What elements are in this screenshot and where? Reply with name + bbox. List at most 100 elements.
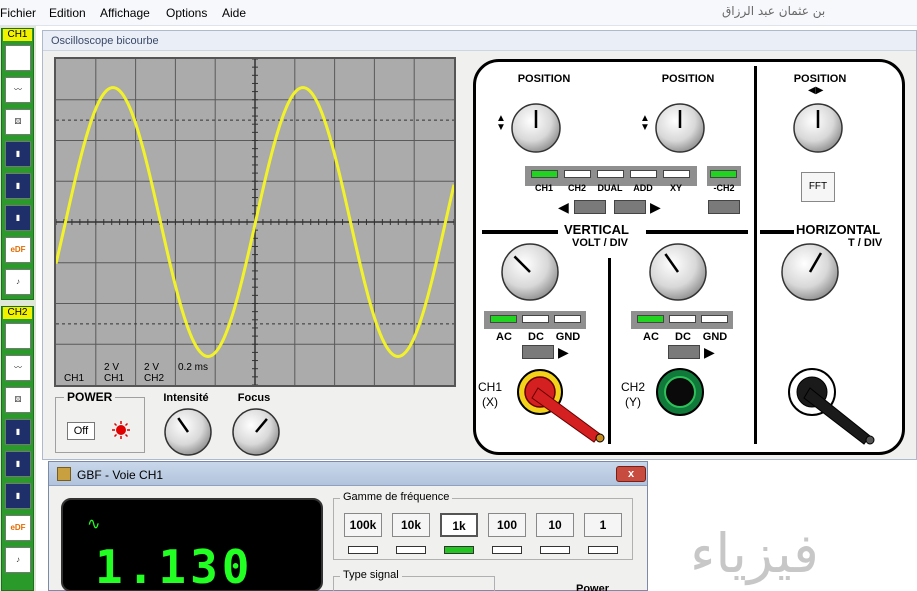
mode-led-ch2[interactable] [564,170,591,178]
freq-led-10 [540,546,570,554]
ch1-coupling-led-dc[interactable] [522,315,549,323]
ch2-position-label: POSITION [661,73,715,85]
menu-aide[interactable]: Aide [222,6,246,20]
menu-edition[interactable]: Edition [49,6,86,20]
mode-name-ch2: CH2 [567,183,586,193]
ground-probe-connector[interactable] [788,368,880,448]
cell-icon[interactable]: ▮ [5,173,31,199]
horizontal-position-knob[interactable] [792,102,844,154]
battery-icon[interactable]: ▮ [5,419,31,445]
focus-knob[interactable] [231,407,281,457]
mode-next-button[interactable] [614,200,646,214]
dice-icon[interactable]: ⚄ [5,109,31,135]
microphone-icon[interactable]: ♪ [5,547,31,573]
mode-led-dual[interactable] [597,170,624,178]
ch1-coupling-arrow-icon: ▶ [558,344,569,360]
ch2-coupling-led-ac[interactable] [637,315,664,323]
ch2-input-label: CH2 [621,380,646,394]
time-div-knob[interactable] [780,242,840,302]
menu-options[interactable]: Options [166,6,207,20]
freq-button-10k[interactable]: 10k [392,513,430,537]
ch2-volt-div-knob[interactable] [648,242,708,302]
oscilloscope-window: Oscilloscope bicourbe CH1 2 V CH1 2 V CH… [42,30,917,460]
mode-led-add[interactable] [630,170,657,178]
blank-generator-icon[interactable] [5,323,31,349]
battery-icon[interactable]: ▮ [5,141,31,167]
freq-button-10[interactable]: 10 [536,513,574,537]
battery-alt-icon[interactable]: ▮ [5,205,31,231]
gbf-app-icon [57,467,71,481]
ch2-coupling-button[interactable] [668,345,700,359]
menu-affichage[interactable]: Affichage [100,6,150,20]
ch2-coupling-ac: AC [643,331,659,343]
mode-led-ch1[interactable] [531,170,558,178]
edf-mains-icon[interactable]: eDF [5,237,31,263]
ch2-coupling-dc: DC [675,331,691,343]
ch1-volt-div-knob[interactable] [500,242,560,302]
mode-left-arrow-icon: ◀ [558,199,569,215]
ch1-probe-connector[interactable] [516,368,610,446]
signal-type-label: Type signal [340,569,402,581]
menu-bar: Fichier Edition Affichage Options Aide ب… [0,0,917,26]
ch1-position-knob[interactable] [510,102,562,154]
ch1-coupling-ac: AC [496,331,512,343]
gbf-display: ∿ 1.130 [61,498,323,591]
menu-fichier[interactable]: Fichier [0,6,36,20]
microphone-icon[interactable]: ♪ [5,269,31,295]
fft-button[interactable]: FFT [801,172,835,202]
mode-name-xy: XY [669,183,682,193]
freq-led-1k [444,546,474,554]
freq-button-100k[interactable]: 100k [344,513,382,537]
ch1-group-label: CH1 [3,29,32,41]
freq-button-1k[interactable]: 1k [440,513,478,537]
time-base-value: 0.2 ms [178,362,209,373]
intensity-knob[interactable] [163,407,213,457]
waveform-icon[interactable]: 〰 [5,355,31,381]
invert-button[interactable] [708,200,740,214]
freq-led-10k [396,546,426,554]
freq-led-100k [348,546,378,554]
freq-button-1[interactable]: 1 [584,513,622,537]
watermark-text: فيزياء [690,522,819,585]
app-root: Fichier Edition Affichage Options Aide ب… [0,0,917,591]
mode-led-xy[interactable] [663,170,690,178]
waveform-icon[interactable]: 〰 [5,77,31,103]
ch2-input-connector[interactable] [656,368,708,420]
freq-led-100 [492,546,522,554]
volt-div-label: VOLT / DIV [572,237,629,249]
mode-name-dual: DUAL [597,183,623,193]
edf-mains-icon[interactable]: eDF [5,515,31,541]
ch2-position-knob[interactable] [654,102,706,154]
ch1-coupling-gnd: GND [555,331,581,343]
horizontal-rule [760,230,794,234]
ch1-coupling-led-ac[interactable] [490,315,517,323]
gbf-power-label: Power [576,583,610,591]
mode-prev-button[interactable] [574,200,606,214]
ch1-tool-group: CH1 〰 ⚄ ▮ ▮ ▮ eDF ♪ [1,28,34,300]
ch2-coupling-led-gnd[interactable] [701,315,728,323]
freq-button-100[interactable]: 100 [488,513,526,537]
ch2-coupling-gnd: GND [702,331,728,343]
gbf-close-button[interactable]: x [616,466,646,482]
cell-icon[interactable]: ▮ [5,451,31,477]
invert-led[interactable] [710,170,737,178]
blank-generator-icon[interactable] [5,45,31,71]
ch1-coupling-button[interactable] [522,345,554,359]
ch1-coupling-led-gnd[interactable] [554,315,581,323]
ch2-coupling-led-dc[interactable] [669,315,696,323]
mode-name-add: ADD [633,183,653,193]
ch2-axis-label: (Y) [625,395,641,409]
oscilloscope-title: Oscilloscope bicourbe [51,35,159,47]
vertical-rule-left [482,230,558,234]
gbf-window: GBF - Voie CH1 x ∿ 1.130 Gamme de fréque… [48,461,648,591]
power-group: POWER Off [55,390,145,453]
dice-icon[interactable]: ⚄ [5,387,31,413]
ch1-axis-label: (X) [482,395,498,409]
ch2-group-label: CH2 [3,307,32,319]
frequency-range-group: Gamme de fréquence 100k 10k 1k 100 10 1 [333,491,633,560]
intensity-label: Intensité [163,392,209,404]
gbf-display-value: 1.130 [95,540,254,591]
focus-label: Focus [237,392,271,404]
power-off-button[interactable]: Off [67,422,95,440]
battery-alt-icon[interactable]: ▮ [5,483,31,509]
